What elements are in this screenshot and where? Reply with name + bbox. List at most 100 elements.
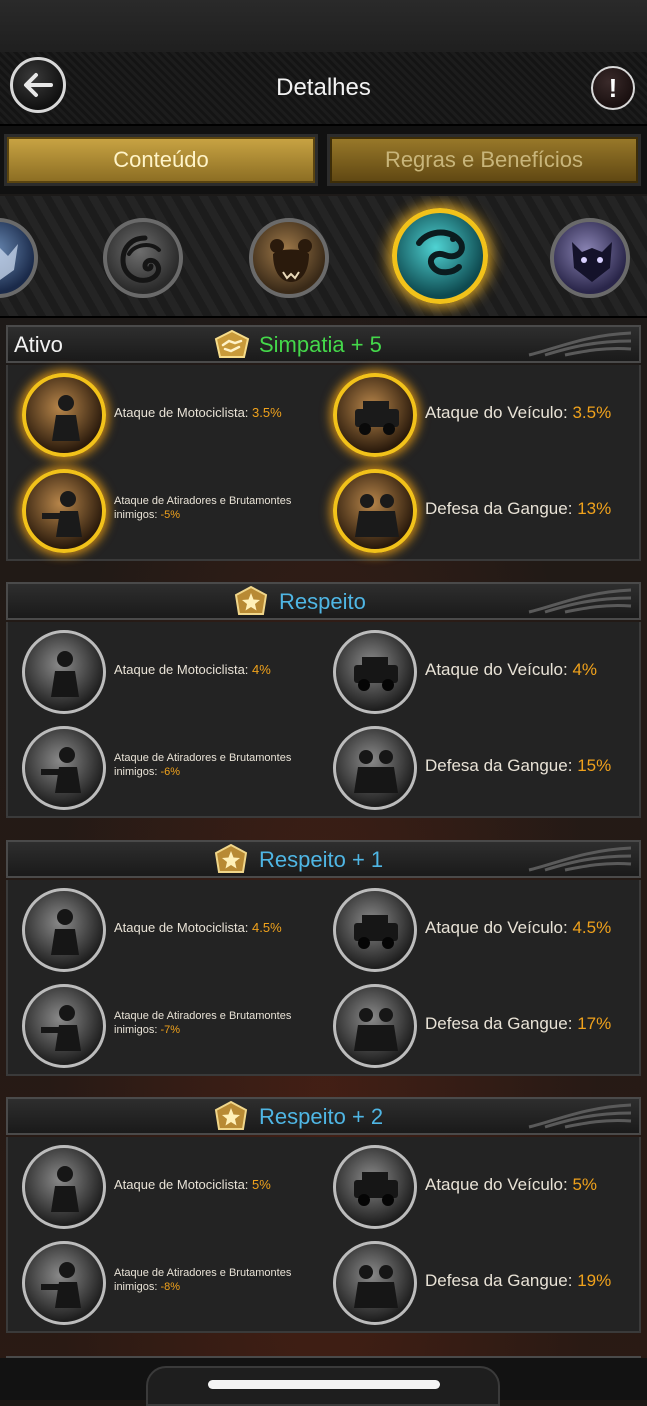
- perk-text: Ataque de Motociclista: 4%: [114, 661, 271, 677]
- dragon-emblem-icon: [416, 229, 465, 276]
- section-header: Respeito: [6, 582, 641, 620]
- shooter-portrait: [22, 984, 106, 1068]
- section-header: Respeito + 1: [6, 840, 641, 878]
- vehicle-portrait: [333, 888, 417, 972]
- vehicle-icon: [355, 401, 399, 435]
- clan-panther[interactable]: [550, 218, 630, 298]
- shooter-portrait: [22, 469, 106, 553]
- perk-text: Ataque do Veículo: 3.5%: [425, 403, 612, 423]
- vehicle-portrait: [333, 630, 417, 714]
- tribal-ornament-icon: [528, 331, 632, 357]
- wind-emblem-icon: [120, 235, 162, 283]
- perk-text: Defesa da Gangue: 17%: [425, 1014, 612, 1034]
- status-strip: [0, 0, 647, 53]
- shooter-figure-icon: [41, 1262, 81, 1308]
- gang-portrait: [333, 1241, 417, 1325]
- perk-biker-attack: Ataque de Motociclista: 4.5%: [8, 882, 318, 974]
- perk-biker-attack: Ataque de Motociclista: 5%: [8, 1139, 318, 1231]
- biker-figure-icon: [51, 651, 79, 697]
- biker-figure-icon: [51, 1166, 79, 1212]
- vehicle-icon: [354, 657, 398, 691]
- bear-emblem-icon: [270, 239, 312, 282]
- tier-section-respeito-1: Respeito + 1 Ataque de Motociclista: 4.5…: [6, 840, 641, 1076]
- perk-text: Ataque de Atiradores e Brutamontes inimi…: [114, 1267, 292, 1293]
- home-indicator[interactable]: [208, 1380, 440, 1389]
- perk-biker-attack: Ataque de Motociclista: 3.5%: [8, 367, 318, 459]
- star-badge-icon: [214, 844, 248, 873]
- active-status-label: Ativo: [14, 332, 63, 357]
- gang-figures-icon: [354, 1265, 398, 1308]
- vehicle-icon: [354, 915, 398, 949]
- section-perks: Ataque de Motociclista: 4% Ataque do Veí…: [6, 622, 641, 818]
- tier-section-simpatia-5: Ativo Simpatia + 5 Ataque de Motociclist…: [6, 325, 641, 561]
- info-button[interactable]: !: [591, 66, 635, 110]
- perk-shooter-brute-debuff: Ataque de Atiradores e Brutamontes inimi…: [8, 463, 318, 555]
- perk-text: Defesa da Gangue: 13%: [425, 499, 612, 519]
- gang-figures-icon: [354, 750, 398, 793]
- perk-shooter-brute-debuff: Ataque de Atiradores e Brutamontes inimi…: [8, 978, 318, 1070]
- gang-portrait: [333, 469, 417, 553]
- gang-figures-icon: [355, 494, 399, 537]
- biker-figure-icon: [51, 909, 79, 955]
- header-bar: Detalhes !: [0, 52, 647, 126]
- perk-gang-defense: Defesa da Gangue: 15%: [319, 720, 629, 812]
- gang-portrait: [333, 984, 417, 1068]
- biker-portrait: [22, 373, 106, 457]
- gang-figures-icon: [354, 1008, 398, 1051]
- tier-section-respeito-2: Respeito + 2 Ataque de Motociclista: 5% …: [6, 1097, 641, 1333]
- biker-figure-icon: [52, 395, 80, 441]
- star-badge-icon: [214, 1101, 248, 1130]
- clan-dragon[interactable]: [392, 208, 488, 304]
- perk-text: Ataque de Motociclista: 5%: [114, 1176, 271, 1192]
- tab-regras-e-beneficios[interactable]: Regras e Benefícios: [327, 134, 641, 186]
- perk-shooter-brute-debuff: Ataque de Atiradores e Brutamontes inimi…: [8, 1235, 318, 1327]
- vehicle-icon: [354, 1172, 398, 1206]
- section-title: Respeito: [279, 589, 366, 614]
- vehicle-portrait: [333, 373, 417, 457]
- star-badge-icon: [234, 586, 268, 615]
- clan-wind[interactable]: [103, 218, 183, 298]
- perk-shooter-brute-debuff: Ataque de Atiradores e Brutamontes inimi…: [8, 720, 318, 812]
- perk-text: Ataque de Motociclista: 3.5%: [114, 404, 282, 420]
- biker-portrait: [22, 888, 106, 972]
- perk-text: Ataque do Veículo: 4%: [425, 660, 598, 680]
- clan-selector: [0, 196, 647, 318]
- perk-gang-defense: Defesa da Gangue: 17%: [319, 978, 629, 1070]
- shooter-figure-icon: [41, 1005, 81, 1051]
- perk-vehicle-attack: Ataque do Veículo: 4%: [319, 624, 629, 716]
- page-title: Detalhes: [276, 74, 371, 101]
- tribal-ornament-icon: [528, 588, 632, 614]
- perk-text: Ataque de Atiradores e Brutamontes inimi…: [114, 1010, 292, 1036]
- vehicle-portrait: [333, 1145, 417, 1229]
- tribal-ornament-icon: [528, 846, 632, 872]
- clan-wolf[interactable]: [0, 218, 38, 298]
- perk-text: Ataque de Motociclista: 4.5%: [114, 919, 282, 935]
- tab-bar: Conteúdo Regras e Benefícios: [0, 126, 647, 194]
- section-perks: Ataque de Motociclista: 3.5% Ataque do V…: [6, 365, 641, 561]
- section-title: Respeito + 2: [259, 1104, 384, 1129]
- section-perks: Ataque de Motociclista: 4.5% Ataque do V…: [6, 880, 641, 1076]
- perk-biker-attack: Ataque de Motociclista: 4%: [8, 624, 318, 716]
- panther-emblem-icon: [572, 242, 612, 282]
- handshake-badge-icon: [214, 329, 250, 358]
- perk-gang-defense: Defesa da Gangue: 13%: [319, 463, 629, 555]
- perk-text: Ataque de Atiradores e Brutamontes inimi…: [114, 495, 292, 521]
- tab-conteudo[interactable]: Conteúdo: [4, 134, 318, 186]
- perk-text: Ataque de Atiradores e Brutamontes inimi…: [114, 752, 292, 778]
- section-title: Respeito + 1: [259, 847, 384, 872]
- perk-text: Ataque do Veículo: 4.5%: [425, 918, 612, 938]
- section-title: Simpatia + 5: [259, 332, 382, 357]
- perk-gang-defense: Defesa da Gangue: 19%: [319, 1235, 629, 1327]
- section-header: Ativo Simpatia + 5: [6, 325, 641, 363]
- shooter-figure-icon: [41, 747, 81, 793]
- shooter-figure-icon: [42, 491, 82, 537]
- shooter-portrait: [22, 726, 106, 810]
- perk-text: Ataque do Veículo: 5%: [425, 1175, 598, 1195]
- biker-portrait: [22, 630, 106, 714]
- perk-vehicle-attack: Ataque do Veículo: 3.5%: [319, 367, 629, 459]
- tribal-ornament-icon: [528, 1103, 632, 1129]
- tier-section-respeito: Respeito Ataque de Motociclista: 4% Ataq…: [6, 582, 641, 818]
- clan-bear[interactable]: [249, 218, 329, 298]
- shooter-portrait: [22, 1241, 106, 1325]
- wolf-emblem-icon: [0, 244, 18, 280]
